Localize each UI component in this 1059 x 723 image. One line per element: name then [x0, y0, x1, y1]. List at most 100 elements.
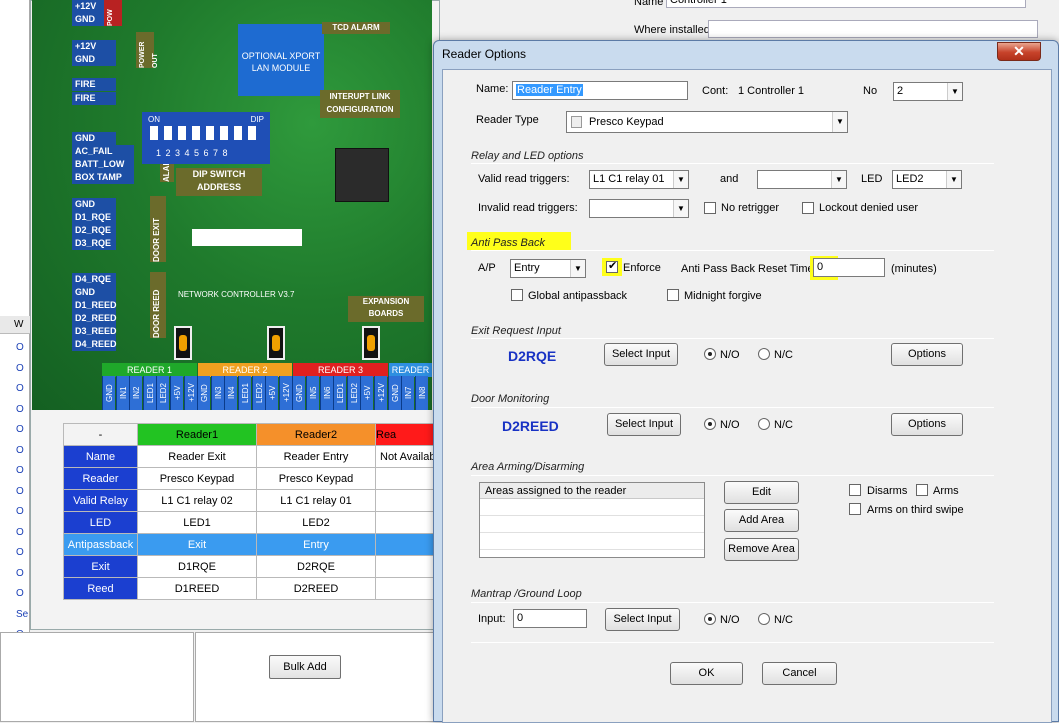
- mantrap-input[interactable]: 0: [513, 609, 587, 628]
- grid-row-header[interactable]: Valid Relay: [63, 489, 138, 512]
- reset-time-input[interactable]: 0: [813, 258, 885, 277]
- midnight-forgive-checkbox[interactable]: [667, 289, 679, 301]
- valid-triggers-second-select[interactable]: ▼: [757, 170, 847, 189]
- grid-cell[interactable]: Entry: [256, 533, 376, 556]
- grid-cell[interactable]: [374, 533, 437, 556]
- grid-cell[interactable]: D2RQE: [256, 555, 376, 578]
- grid-cell[interactable]: Presco Keypad: [256, 467, 376, 490]
- bulk-add-button[interactable]: Bulk Add: [269, 655, 341, 679]
- grid-cell[interactable]: Reader Entry: [256, 445, 376, 468]
- grid-cell[interactable]: LED1: [137, 511, 257, 534]
- board-pin-label: IN7: [401, 376, 415, 410]
- invalid-triggers-select[interactable]: ▼: [589, 199, 689, 218]
- grid-cell[interactable]: D1RQE: [137, 555, 257, 578]
- grid-column-header[interactable]: Reader2: [256, 423, 376, 446]
- grid-cell[interactable]: [374, 467, 437, 490]
- left-list-cell[interactable]: O: [0, 543, 30, 562]
- table-row[interactable]: Antipassback Exit Entry: [63, 533, 437, 556]
- left-list-cell[interactable]: O: [0, 461, 30, 480]
- left-list-cell[interactable]: O: [0, 400, 30, 419]
- board-terminal-label: FIRE: [72, 92, 116, 105]
- grid-row-header[interactable]: Exit: [63, 555, 138, 578]
- disarms-checkbox[interactable]: [849, 484, 861, 496]
- grid-cell[interactable]: [374, 577, 437, 600]
- grid-cell[interactable]: [374, 511, 437, 534]
- lockout-checkbox[interactable]: [802, 202, 814, 214]
- enforce-checkbox[interactable]: [606, 259, 618, 273]
- reader-type-select[interactable]: Presco Keypad ▼: [566, 111, 848, 133]
- grid-cell[interactable]: LED2: [256, 511, 376, 534]
- left-list-cell[interactable]: O: [0, 420, 30, 439]
- reader-name-input[interactable]: Reader Entry: [512, 81, 688, 100]
- table-row[interactable]: LED LED1 LED2: [63, 511, 437, 534]
- mantrap-no-radio[interactable]: [704, 613, 716, 625]
- add-area-button[interactable]: Add Area: [724, 509, 799, 532]
- door-no-radio[interactable]: [704, 418, 716, 430]
- exit-nc-radio[interactable]: [758, 348, 770, 360]
- reader-number-select[interactable]: 2 ▼: [893, 82, 963, 101]
- left-list-cell[interactable]: O: [0, 441, 30, 460]
- table-row[interactable]: Reed D1REED D2REED: [63, 577, 437, 600]
- grid-cell[interactable]: L1 C1 relay 01: [256, 489, 376, 512]
- arms-third-swipe-checkbox[interactable]: [849, 503, 861, 515]
- no-retrigger-checkbox[interactable]: [704, 202, 716, 214]
- valid-triggers-select[interactable]: L1 C1 relay 01 ▼: [589, 170, 689, 189]
- left-list-cell[interactable]: O: [0, 379, 30, 398]
- left-list-cell[interactable]: O: [0, 523, 30, 542]
- left-list-cell[interactable]: O: [0, 584, 30, 603]
- mantrap-nc-radio[interactable]: [758, 613, 770, 625]
- exit-select-input-button[interactable]: Select Input: [604, 343, 678, 366]
- grid-cell[interactable]: [374, 555, 437, 578]
- global-antipassback-label: Global antipassback: [528, 290, 628, 302]
- where-installed-field[interactable]: [708, 20, 1038, 38]
- exit-no-radio[interactable]: [704, 348, 716, 360]
- grid-cell[interactable]: D1REED: [137, 577, 257, 600]
- close-button[interactable]: ✕: [997, 42, 1041, 61]
- grid-row-header[interactable]: LED: [63, 511, 138, 534]
- left-list-cell[interactable]: O: [0, 482, 30, 501]
- cancel-button[interactable]: Cancel: [762, 662, 837, 685]
- list-item[interactable]: [480, 499, 704, 516]
- global-antipassback-checkbox[interactable]: [511, 289, 523, 301]
- areas-list[interactable]: Areas assigned to the reader: [479, 482, 705, 558]
- led-select[interactable]: LED2 ▼: [892, 170, 962, 189]
- grid-row-header[interactable]: Reed: [63, 577, 138, 600]
- door-reed-label: DOOR REED: [150, 272, 166, 338]
- controller-name-field[interactable]: Controller 1: [666, 0, 1026, 8]
- left-list-cell[interactable]: O: [0, 564, 30, 583]
- left-list-cell[interactable]: O: [0, 502, 30, 521]
- grid-cell[interactable]: L1 C1 relay 02: [137, 489, 257, 512]
- grid-cell[interactable]: Not Availab: [374, 445, 437, 468]
- list-item[interactable]: [480, 516, 704, 533]
- grid-cell[interactable]: [374, 489, 437, 512]
- arms-checkbox[interactable]: [916, 484, 928, 496]
- board-terminal-label: GND: [72, 286, 116, 299]
- door-options-button[interactable]: Options: [891, 413, 963, 436]
- interrupt-link-label: INTERUPT LINK CONFIGURATION: [320, 90, 400, 118]
- grid-column-header[interactable]: Rea: [374, 423, 437, 446]
- grid-row-header[interactable]: Name: [63, 445, 138, 468]
- edit-area-button[interactable]: Edit: [724, 481, 799, 504]
- mantrap-select-input-button[interactable]: Select Input: [605, 608, 680, 631]
- grid-cell[interactable]: Reader Exit: [137, 445, 257, 468]
- left-list-cell[interactable]: O: [0, 359, 30, 378]
- grid-row-header[interactable]: Antipassback: [63, 533, 138, 556]
- table-row[interactable]: Name Reader Exit Reader Entry Not Availab: [63, 445, 437, 468]
- ap-direction-select[interactable]: Entry ▼: [510, 259, 586, 278]
- exit-options-button[interactable]: Options: [891, 343, 963, 366]
- left-list-cell[interactable]: O: [0, 338, 30, 357]
- grid-cell[interactable]: Presco Keypad: [137, 467, 257, 490]
- ok-button[interactable]: OK: [670, 662, 743, 685]
- grid-row-header[interactable]: Reader: [63, 467, 138, 490]
- table-row[interactable]: Reader Presco Keypad Presco Keypad: [63, 467, 437, 490]
- table-row[interactable]: Valid Relay L1 C1 relay 02 L1 C1 relay 01: [63, 489, 437, 512]
- grid-cell[interactable]: Exit: [137, 533, 257, 556]
- table-row[interactable]: Exit D1RQE D2RQE: [63, 555, 437, 578]
- grid-column-header[interactable]: Reader1: [137, 423, 257, 446]
- door-select-input-button[interactable]: Select Input: [607, 413, 681, 436]
- list-item[interactable]: [480, 533, 704, 550]
- door-nc-radio[interactable]: [758, 418, 770, 430]
- grid-cell[interactable]: D2REED: [256, 577, 376, 600]
- left-list-cell[interactable]: Se: [0, 605, 30, 624]
- remove-area-button[interactable]: Remove Area: [724, 538, 799, 561]
